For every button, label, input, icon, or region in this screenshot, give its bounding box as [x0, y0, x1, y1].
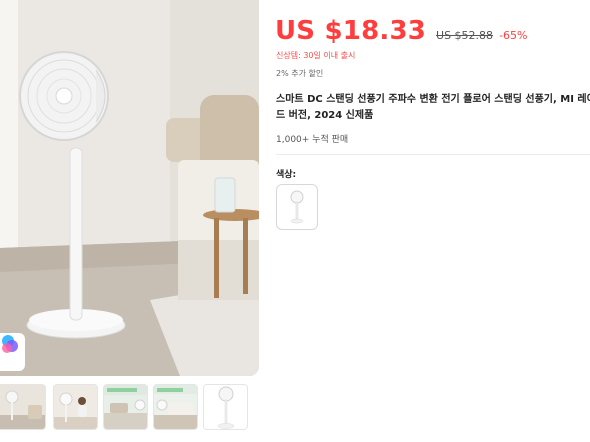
new-arrival-note: 신상템: 30일 이내 출시: [276, 51, 356, 60]
price-row: US $18.33 US $52.88 -65%: [275, 16, 527, 46]
family-room-scene-thumb: [104, 385, 147, 429]
standing-fan-scene: [0, 0, 259, 376]
current-price: US $18.33: [275, 16, 427, 46]
product-title: 스마트 DC 스탠딩 선풍기 주파수 변환 전기 플로어 스탠딩 선풍기, MI…: [276, 94, 590, 121]
brand-logo-icon: [2, 335, 18, 353]
living-room-scene-thumb: [0, 385, 45, 429]
sofa-scene-thumb: [154, 385, 197, 429]
discount-badge: -65%: [499, 29, 528, 42]
thumbnail-3[interactable]: [103, 384, 148, 430]
fan-variant-icon: [290, 190, 304, 224]
woman-with-fan-thumb: [54, 385, 97, 429]
thumbnail-1[interactable]: [0, 384, 46, 430]
brand-badge: [0, 333, 25, 371]
color-label: 색상:: [276, 170, 297, 180]
sold-count: 1,000+ 누적 판매: [276, 135, 349, 145]
thumbnail-5[interactable]: [203, 384, 248, 430]
extra-discount-note: 2% 추가 할인: [276, 69, 324, 78]
thumbnail-strip: [0, 384, 262, 432]
thumbnail-4[interactable]: [153, 384, 198, 430]
thumbnail-2[interactable]: [53, 384, 98, 430]
main-product-image[interactable]: [0, 0, 259, 376]
fan-product-shot-thumb: [204, 385, 247, 429]
divider: [276, 154, 590, 155]
color-option-white[interactable]: [276, 184, 318, 230]
original-price: US $52.88: [436, 29, 494, 42]
